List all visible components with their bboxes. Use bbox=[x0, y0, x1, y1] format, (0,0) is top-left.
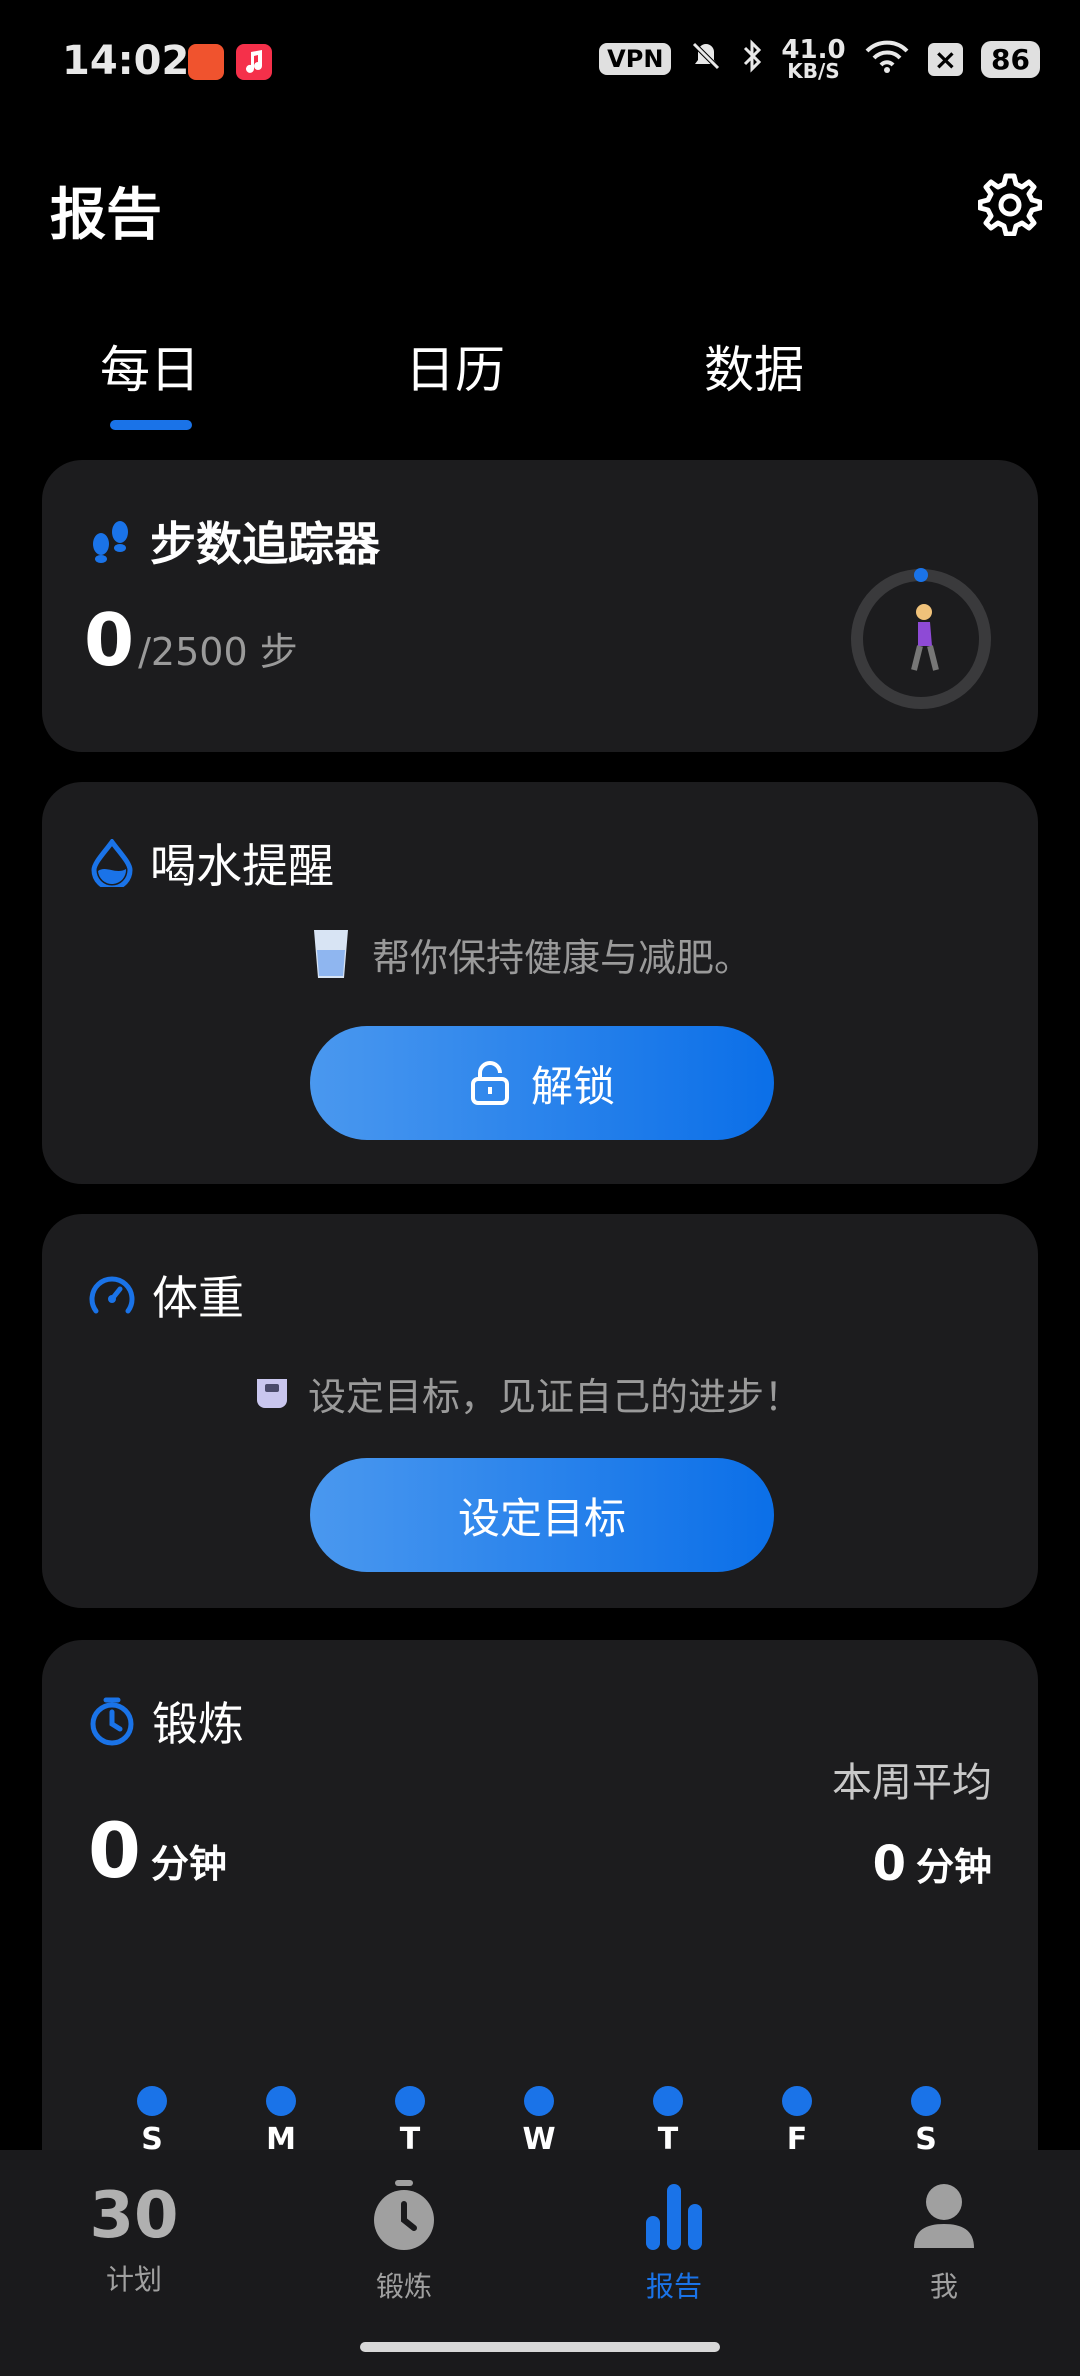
mute-icon bbox=[689, 39, 723, 80]
weekday-tue: T bbox=[380, 2086, 440, 2157]
day-dot bbox=[524, 2086, 554, 2116]
footprints-icon bbox=[93, 521, 128, 563]
weight-description: 设定目标，见证自己的进步！ bbox=[308, 1375, 803, 1419]
status-icons: VPN 41.0 KB/S × 86 bbox=[599, 35, 1040, 83]
tab-calendar[interactable]: 日历 bbox=[405, 330, 505, 402]
day-dot bbox=[653, 2086, 683, 2116]
day-dot bbox=[137, 2086, 167, 2116]
step-current: 0 bbox=[84, 598, 135, 682]
status-bar: 14:02 VPN 41.0 KB/S × 86 bbox=[0, 0, 1080, 128]
weekday-sat: S bbox=[896, 2086, 956, 2157]
weight-title: 体重 bbox=[88, 1262, 244, 1328]
step-count: 0 /2500 步 bbox=[84, 598, 298, 682]
page-title: 报告 bbox=[50, 183, 162, 248]
water-glass-icon bbox=[314, 930, 348, 978]
network-speed: 41.0 KB/S bbox=[781, 35, 846, 83]
weekly-average-value: 0 bbox=[872, 1836, 906, 1892]
exercise-unit: 分钟 bbox=[150, 1842, 227, 1886]
notification-app-icon bbox=[188, 44, 224, 80]
lock-icon bbox=[470, 1061, 509, 1105]
weekly-average-unit: 分钟 bbox=[915, 1845, 992, 1889]
calendar-30-icon: 30 bbox=[89, 2179, 179, 2253]
stopwatch-nav-icon bbox=[374, 2180, 434, 2250]
weekday-wed: W bbox=[509, 2086, 569, 2157]
home-indicator[interactable] bbox=[360, 2342, 720, 2352]
set-goal-button[interactable]: 设定目标 bbox=[310, 1458, 774, 1572]
scale-icon bbox=[257, 1378, 287, 1408]
nav-report[interactable]: 报告 bbox=[594, 2178, 754, 2305]
walking-person-icon bbox=[911, 604, 939, 671]
tab-daily[interactable]: 每日 bbox=[100, 330, 200, 402]
exercise-title: 锻炼 bbox=[88, 1688, 244, 1754]
tab-active-indicator bbox=[110, 420, 192, 430]
battery-indicator: 86 bbox=[981, 40, 1040, 78]
nav-workout[interactable]: 锻炼 bbox=[324, 2178, 484, 2305]
unlock-button[interactable]: 解锁 bbox=[310, 1026, 774, 1140]
weekday-thu: T bbox=[638, 2086, 698, 2157]
water-drop-icon bbox=[91, 839, 133, 887]
exercise-total: 0 分钟 bbox=[88, 1806, 227, 1895]
day-dot bbox=[911, 2086, 941, 2116]
weight-desc-row: 设定目标，见证自己的进步！ bbox=[254, 1366, 802, 1421]
exercise-value: 0 bbox=[88, 1806, 141, 1895]
weekday-fri: F bbox=[767, 2086, 827, 2157]
day-dot bbox=[266, 2086, 296, 2116]
speedometer-icon bbox=[89, 1276, 135, 1314]
nav-plan[interactable]: 30 计划 bbox=[54, 2178, 214, 2298]
water-description: 帮你保持健康与减肥。 bbox=[372, 935, 753, 980]
wifi-icon bbox=[864, 39, 910, 80]
status-time: 14:02 bbox=[62, 38, 190, 84]
day-dot bbox=[782, 2086, 812, 2116]
music-app-icon bbox=[236, 44, 272, 80]
step-goal: /2500 步 bbox=[138, 630, 298, 674]
bluetooth-icon bbox=[741, 38, 763, 80]
stopwatch-icon bbox=[90, 1697, 134, 1746]
weight-card[interactable]: 体重 设定目标，见证自己的进步！ 设定目标 bbox=[42, 1214, 1038, 1608]
step-tracker-title: 步数追踪器 bbox=[88, 508, 380, 574]
day-dot bbox=[395, 2086, 425, 2116]
water-title: 喝水提醒 bbox=[90, 830, 334, 896]
nav-me[interactable]: 我 bbox=[864, 2178, 1024, 2305]
weekday-sun: S bbox=[122, 2086, 182, 2157]
weekday-mon: M bbox=[251, 2086, 311, 2157]
bar-chart-icon bbox=[646, 2184, 702, 2250]
step-tracker-card[interactable]: 步数追踪器 0 /2500 步 bbox=[42, 460, 1038, 752]
water-reminder-card[interactable]: 喝水提醒 帮你保持健康与减肥。 解锁 bbox=[42, 782, 1038, 1184]
settings-button[interactable] bbox=[977, 172, 1043, 237]
vpn-badge: VPN bbox=[599, 43, 672, 75]
tab-data[interactable]: 数据 bbox=[704, 330, 804, 402]
gear-icon bbox=[977, 173, 1043, 237]
step-progress-ring bbox=[848, 566, 994, 712]
water-desc-row: 帮你保持健康与减肥。 bbox=[310, 926, 752, 982]
sim-off-icon: × bbox=[927, 42, 964, 76]
weekly-average: 0 分钟 bbox=[873, 1836, 992, 1892]
profile-icon bbox=[914, 2184, 974, 2248]
weekly-average-label: 本周平均 bbox=[832, 1760, 992, 1806]
